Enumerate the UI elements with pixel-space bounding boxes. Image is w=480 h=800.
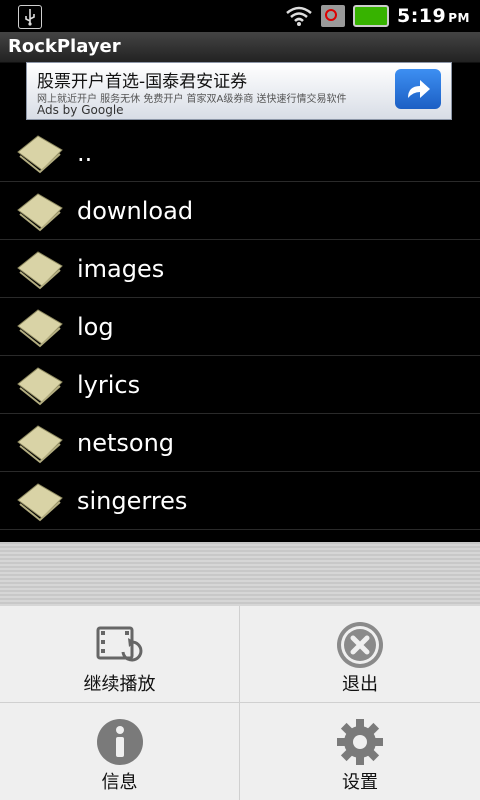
ad-headline[interactable]: 股票开户首选-国泰君安证券 — [37, 67, 247, 92]
ad-go-button[interactable] — [395, 69, 441, 109]
list-item[interactable]: download — [0, 182, 480, 240]
app-title: RockPlayer — [8, 36, 121, 57]
clock-ampm: PM — [448, 11, 470, 25]
folder-icon — [17, 135, 63, 174]
options-menu: 继续播放 退出 信息 设置 — [0, 606, 480, 800]
folder-icon — [17, 193, 63, 232]
status-bar: 5:19 PM — [0, 0, 480, 32]
list-item-label: download — [77, 197, 194, 225]
title-bar: RockPlayer — [0, 32, 480, 63]
settings-label: 设置 — [342, 772, 378, 793]
folder-icon — [17, 251, 63, 290]
folder-icon — [17, 483, 63, 522]
list-item[interactable]: log — [0, 298, 480, 356]
info-label: 信息 — [101, 772, 138, 793]
clock-time: 5:19 — [396, 5, 447, 27]
info-button[interactable]: 信息 — [0, 703, 240, 800]
resume-play-label: 继续播放 — [83, 674, 156, 695]
no-sim-icon — [320, 5, 345, 27]
forward-arrow-icon — [408, 80, 430, 98]
list-item[interactable]: singerres — [0, 472, 480, 530]
background-strip — [0, 542, 480, 606]
ad-byline: Ads by Google — [37, 103, 124, 117]
list-item[interactable]: images — [0, 240, 480, 298]
clock: 5:19 PM — [397, 5, 470, 27]
list-item-label: singerres — [77, 487, 188, 515]
list-item-label: images — [77, 255, 165, 283]
gear-icon — [337, 719, 383, 765]
resume-play-button[interactable]: 继续播放 — [0, 606, 240, 703]
folder-icon — [17, 367, 63, 406]
folder-icon — [17, 425, 63, 464]
ad-banner[interactable]: 股票开户首选-国泰君安证券 网上就近开户 服务无休 免费开户 首家双A级券商 送… — [26, 62, 452, 120]
usb-icon — [18, 5, 42, 29]
resume-video-icon — [96, 626, 143, 662]
list-item-label: .. — [77, 139, 93, 167]
settings-button[interactable]: 设置 — [240, 703, 480, 800]
folder-icon — [17, 309, 63, 348]
wifi-icon — [286, 6, 312, 26]
list-item[interactable]: lyrics — [0, 356, 480, 414]
battery-icon — [352, 5, 389, 27]
folder-list: .. download images log lyrics netsong si… — [0, 124, 480, 542]
list-item-label: lyrics — [77, 371, 141, 399]
list-item-label: netsong — [77, 429, 175, 457]
exit-button[interactable]: 退出 — [240, 606, 480, 703]
list-item-label: log — [77, 313, 114, 341]
list-item[interactable]: netsong — [0, 414, 480, 472]
list-item[interactable]: .. — [0, 124, 480, 182]
close-icon — [337, 622, 383, 668]
exit-label: 退出 — [342, 674, 378, 695]
info-icon — [97, 719, 143, 765]
